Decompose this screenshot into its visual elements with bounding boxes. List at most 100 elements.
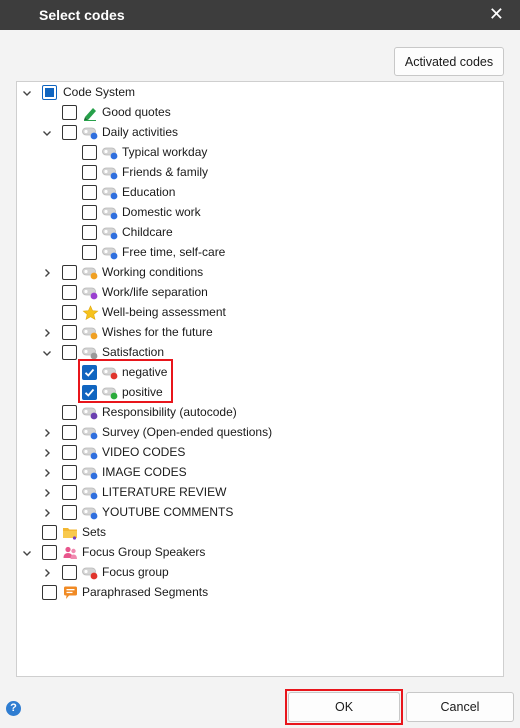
tree-item-label: Work/life separation <box>102 285 208 299</box>
chevron-right-icon[interactable] <box>42 328 52 338</box>
tree-checkbox[interactable] <box>82 145 97 160</box>
tree-item-sets[interactable]: Sets <box>17 523 497 543</box>
tree-item-typical-workday[interactable]: Typical workday <box>17 143 497 163</box>
pen-icon <box>82 105 99 121</box>
code-icon <box>82 345 99 361</box>
title-bar: Select codes ✕ <box>0 0 520 30</box>
tree-item-focus-group-speakers[interactable]: Focus Group Speakers <box>17 543 497 563</box>
tree-item-free-time[interactable]: Free time, self-care <box>17 243 497 263</box>
dialog-title: Select codes <box>39 7 125 23</box>
tree-checkbox[interactable] <box>62 325 77 340</box>
tree-item-childcare[interactable]: Childcare <box>17 223 497 243</box>
tree-item-literature-review[interactable]: LITERATURE REVIEW <box>17 483 497 503</box>
tree-checkbox[interactable] <box>62 265 77 280</box>
code-icon <box>82 465 99 481</box>
tree-item-label: Free time, self-care <box>122 245 226 259</box>
tree-checkbox[interactable] <box>62 405 77 420</box>
code-icon <box>82 565 99 581</box>
code-icon <box>82 445 99 461</box>
tree-item-survey[interactable]: Survey (Open-ended questions) <box>17 423 497 443</box>
code-icon <box>82 125 99 141</box>
chevron-right-icon[interactable] <box>42 468 52 478</box>
code-icon <box>82 405 99 421</box>
tree-checkbox[interactable] <box>62 505 77 520</box>
folder-icon <box>62 525 79 541</box>
activated-codes-button[interactable]: Activated codes <box>394 47 504 76</box>
tree-item-well-being[interactable]: Well-being assessment <box>17 303 497 323</box>
tree-item-label: Paraphrased Segments <box>82 585 209 599</box>
tree-item-good-quotes[interactable]: Good quotes <box>17 103 497 123</box>
chevron-right-icon[interactable] <box>42 268 52 278</box>
tree-item-label: Focus Group Speakers <box>82 545 206 559</box>
tree-item-paraphrased-segments[interactable]: Paraphrased Segments <box>17 583 497 603</box>
chevron-right-icon[interactable] <box>42 448 52 458</box>
tree-checkbox[interactable] <box>62 125 77 140</box>
tree-item-youtube-comments[interactable]: YOUTUBE COMMENTS <box>17 503 497 523</box>
tree-checkbox[interactable] <box>62 485 77 500</box>
tree-item-daily-activities[interactable]: Daily activities <box>17 123 497 143</box>
tree-checkbox[interactable] <box>62 305 77 320</box>
code-icon <box>102 205 119 221</box>
tree-checkbox[interactable] <box>62 425 77 440</box>
chevron-right-icon[interactable] <box>42 428 52 438</box>
tree-item-label: Wishes for the future <box>102 325 213 339</box>
tree-item-work-life-separation[interactable]: Work/life separation <box>17 283 497 303</box>
tree-item-focus-group[interactable]: Focus group <box>17 563 497 583</box>
ok-button[interactable]: OK <box>288 692 400 722</box>
tree-item-working-conditions[interactable]: Working conditions <box>17 263 497 283</box>
code-icon <box>82 285 99 301</box>
tree-item-label: negative <box>122 365 168 379</box>
tree-checkbox[interactable] <box>42 85 57 100</box>
tree-checkbox[interactable] <box>82 245 97 260</box>
tree-checkbox[interactable] <box>62 285 77 300</box>
tree-checkbox[interactable] <box>62 105 77 120</box>
chevron-right-icon[interactable] <box>42 568 52 578</box>
tree-checkbox[interactable] <box>42 525 57 540</box>
tree-checkbox[interactable] <box>82 165 97 180</box>
tree-item-domestic-work[interactable]: Domestic work <box>17 203 497 223</box>
tree-item-satisfaction[interactable]: Satisfaction <box>17 343 497 363</box>
tree-item-label: Good quotes <box>102 105 171 119</box>
tree-checkbox[interactable] <box>82 385 97 400</box>
tree-checkbox[interactable] <box>62 565 77 580</box>
help-icon[interactable]: ? <box>6 701 21 716</box>
tree-item-label: Sets <box>82 525 107 539</box>
tree-item-responsibility[interactable]: Responsibility (autocode) <box>17 403 497 423</box>
chevron-right-icon[interactable] <box>42 488 52 498</box>
tree-item-video-codes[interactable]: VIDEO CODES <box>17 443 497 463</box>
chevron-down-icon[interactable] <box>22 548 32 558</box>
tree-item-label: Responsibility (autocode) <box>102 405 237 419</box>
tree-checkbox[interactable] <box>42 585 57 600</box>
chevron-down-icon[interactable] <box>42 348 52 358</box>
tree-checkbox[interactable] <box>62 345 77 360</box>
tree-item-image-codes[interactable]: IMAGE CODES <box>17 463 497 483</box>
code-icon <box>102 225 119 241</box>
close-icon[interactable]: ✕ <box>489 4 504 24</box>
tree-checkbox[interactable] <box>42 545 57 560</box>
tree-item-positive[interactable]: positive <box>17 383 497 403</box>
chevron-down-icon[interactable] <box>42 128 52 138</box>
chevron-right-icon[interactable] <box>42 508 52 518</box>
tree-item-label: positive <box>122 385 163 399</box>
tree-item-friends-family[interactable]: Friends & family <box>17 163 497 183</box>
tree-checkbox[interactable] <box>82 225 97 240</box>
chevron-down-icon[interactable] <box>22 88 32 98</box>
tree-item-label: Typical workday <box>122 145 208 159</box>
tree-checkbox[interactable] <box>62 445 77 460</box>
tree-checkbox[interactable] <box>82 205 97 220</box>
code-icon <box>102 365 119 381</box>
code-icon <box>82 425 99 441</box>
tree-item-negative[interactable]: negative <box>17 363 497 383</box>
tree-item-label: Satisfaction <box>102 345 165 359</box>
tree-item-wishes[interactable]: Wishes for the future <box>17 323 497 343</box>
cancel-button[interactable]: Cancel <box>406 692 514 722</box>
tree-checkbox[interactable] <box>82 185 97 200</box>
tree-checkbox[interactable] <box>62 465 77 480</box>
tree-item-label: Survey (Open-ended questions) <box>102 425 273 439</box>
tree-checkbox[interactable] <box>82 365 97 380</box>
code-icon <box>102 145 119 161</box>
tree-item-code-system[interactable]: Code System <box>17 83 497 103</box>
code-icon <box>102 385 119 401</box>
tree-item-label: Childcare <box>122 225 173 239</box>
tree-item-education[interactable]: Education <box>17 183 497 203</box>
